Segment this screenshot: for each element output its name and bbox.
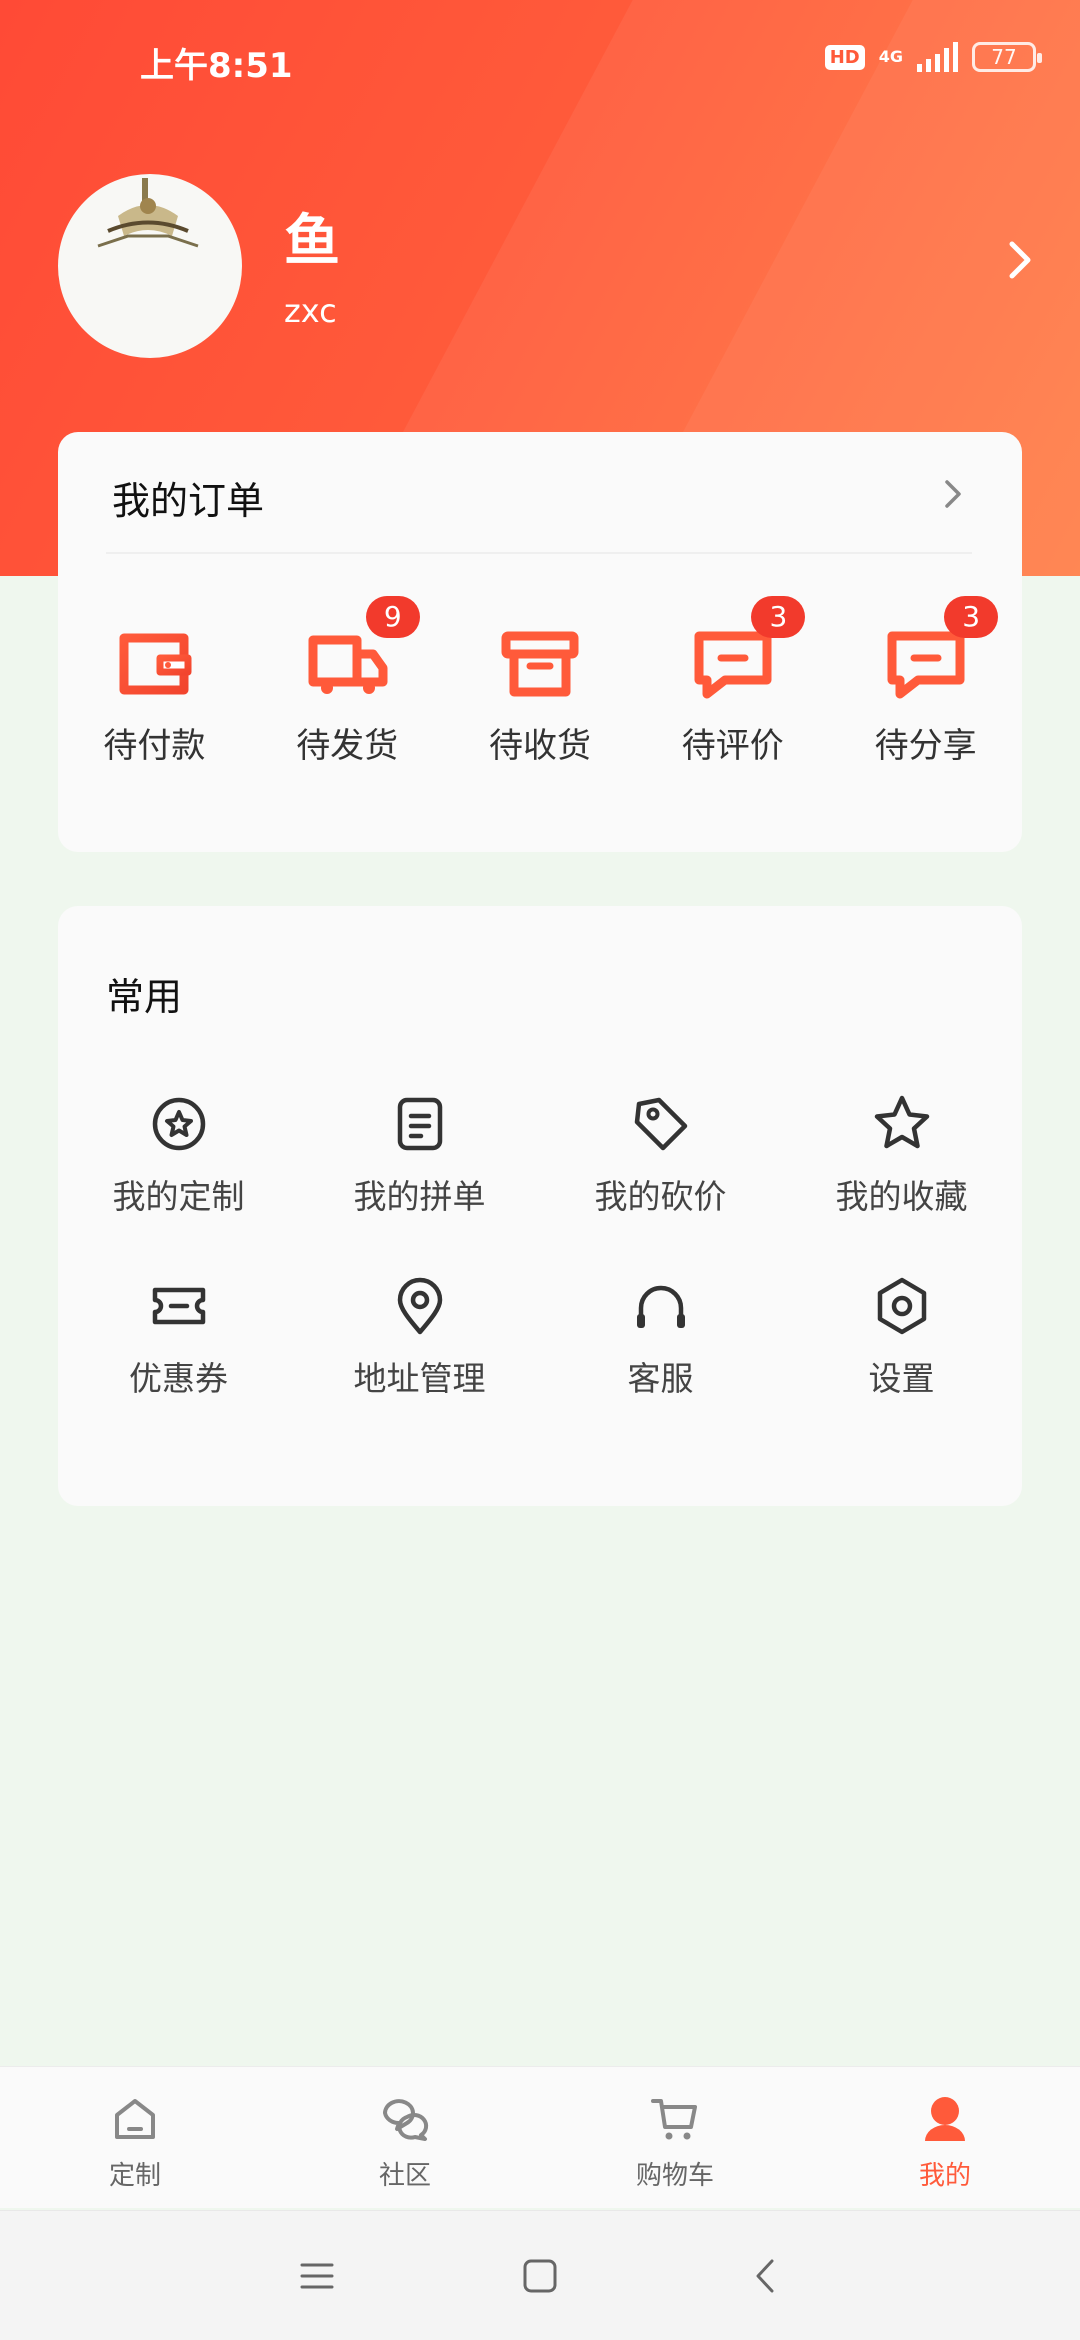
order-item-pending-payment[interactable]: 待付款 (58, 622, 251, 767)
common-item-address[interactable]: 地址管理 (299, 1274, 540, 1400)
order-item-label: 待收货 (488, 726, 591, 766)
order-item-pending-shipment[interactable]: 9 待发货 (251, 596, 444, 767)
common-item-label: 设置 (868, 1359, 935, 1398)
orders-title[interactable]: 我的订单 (112, 470, 264, 525)
settings-hex-icon (877, 1277, 926, 1335)
back-icon[interactable] (742, 2251, 792, 2301)
common-item-label: 优惠券 (129, 1359, 228, 1398)
badge-count: 3 (751, 596, 806, 638)
common-item-group-order[interactable]: 我的拼单 (299, 1092, 540, 1218)
order-item-pending-review[interactable]: 3 待评价 (636, 596, 829, 767)
order-item-label: 待评价 (681, 726, 784, 766)
order-item-pending-receipt[interactable]: 待收货 (444, 622, 637, 767)
order-item-label: 待分享 (874, 726, 977, 766)
order-item-pending-share[interactable]: 3 待分享 (829, 596, 1022, 767)
user-icon (925, 2097, 965, 2141)
cart-icon (651, 2099, 697, 2140)
status-icons: HD 4G 77 (824, 42, 1042, 72)
system-nav-bar (0, 2210, 1080, 2340)
orders-card: 我的订单 待付款 9 待发货 待收货 3 待评价 3 待分享 (58, 432, 1022, 852)
avatar-image (97, 178, 199, 248)
location-pin-icon (397, 1277, 442, 1335)
star-icon (874, 1095, 929, 1149)
network-type: 4G (878, 47, 903, 66)
common-item-label: 地址管理 (353, 1359, 486, 1398)
ticket-icon (152, 1287, 205, 1325)
home-icon (115, 2099, 155, 2139)
battery-level: 77 (991, 45, 1017, 69)
signal-icon (917, 42, 958, 72)
badge-count: 3 (944, 596, 999, 638)
tab-label: 购物车 (635, 2161, 714, 2191)
badge-count: 9 (365, 596, 420, 638)
nickname: 鱼 (284, 209, 340, 274)
order-item-label: 待付款 (103, 726, 206, 766)
tab-label: 我的 (918, 2161, 971, 2191)
bottom-tab-bar: 定制 社区 购物车 我的 (0, 2066, 1080, 2208)
common-item-settings[interactable]: 设置 (781, 1274, 1022, 1400)
common-item-label: 我的砍价 (594, 1177, 727, 1216)
document-icon (397, 1097, 442, 1151)
tab-custom[interactable]: 定制 (0, 2067, 270, 2208)
order-item-label: 待发货 (296, 726, 399, 766)
tab-mine[interactable]: 我的 (810, 2067, 1080, 2208)
chevron-right-icon[interactable] (1000, 236, 1040, 284)
tab-label: 定制 (108, 2161, 161, 2191)
tab-community[interactable]: 社区 (270, 2067, 540, 2208)
wallet-icon (119, 633, 192, 695)
divider (106, 552, 972, 554)
avatar[interactable] (58, 174, 242, 358)
status-bar: 上午8:51 HD 4G 77 (0, 0, 1080, 120)
common-item-custom[interactable]: 我的定制 (58, 1092, 299, 1218)
common-item-favorites[interactable]: 我的收藏 (781, 1092, 1022, 1218)
common-title: 常用 (106, 975, 183, 1019)
tab-label: 社区 (378, 2161, 431, 2191)
common-item-label: 我的拼单 (353, 1177, 486, 1216)
home-square-icon[interactable] (515, 2251, 565, 2301)
common-grid: 我的定制 我的拼单 我的砍价 我的收藏 优惠券 地址管理 客服 设置 (58, 1092, 1022, 1400)
price-tag-icon (634, 1097, 687, 1151)
common-item-label: 客服 (627, 1359, 694, 1398)
username: zxc (284, 292, 337, 330)
headset-icon (636, 1285, 685, 1328)
chat-bubbles-icon (383, 2099, 429, 2141)
custom-badge-icon (152, 1097, 205, 1151)
box-icon (501, 631, 579, 697)
common-item-customer-service[interactable]: 客服 (540, 1274, 781, 1400)
status-time: 上午8:51 (140, 46, 293, 86)
common-card: 常用 我的定制 我的拼单 我的砍价 我的收藏 优惠券 地址管理 客服 设置 (58, 906, 1022, 1506)
common-item-coupons[interactable]: 优惠券 (58, 1274, 299, 1400)
common-item-label: 我的定制 (112, 1177, 245, 1216)
common-item-bargain[interactable]: 我的砍价 (540, 1092, 781, 1218)
chevron-right-icon[interactable] (938, 474, 968, 514)
order-status-list: 待付款 9 待发货 待收货 3 待评价 3 待分享 (58, 596, 1022, 767)
menu-icon[interactable] (292, 2251, 342, 2301)
common-item-label: 我的收藏 (835, 1177, 968, 1216)
hd-icon: HD (824, 44, 865, 70)
battery-icon: 77 (972, 42, 1042, 72)
tab-cart[interactable]: 购物车 (540, 2067, 810, 2208)
